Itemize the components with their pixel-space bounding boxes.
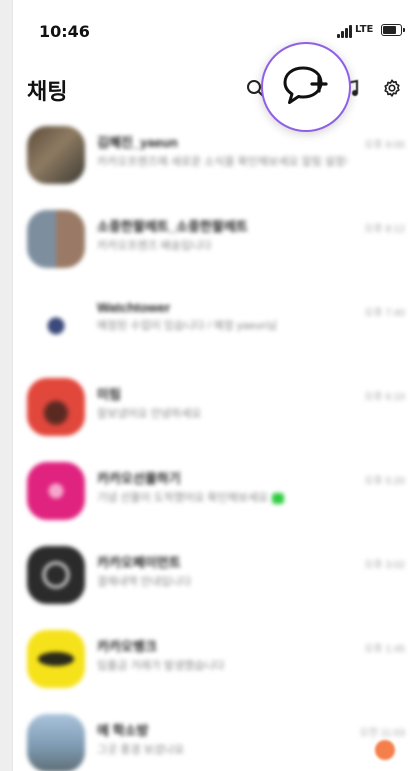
chat-time: 오후 8:12 (364, 224, 405, 235)
network-label: LTE (355, 24, 374, 35)
gear-icon[interactable] (381, 78, 403, 100)
chat-time: 오전 11:03 (359, 728, 405, 739)
status-bar: 10:46 LTE (13, 0, 416, 62)
chat-time: 오후 9:00 (364, 140, 405, 151)
chat-preview: 그곳 풍경 보셨나요 (97, 744, 185, 756)
chat-time: 오후 3:02 (364, 560, 405, 571)
chat-row[interactable]: 카카오뱅크 입출금 거래가 발생했습니다 오후 1:45 (13, 622, 416, 704)
page-title: 채팅 (27, 80, 68, 105)
new-chat-icon (283, 66, 328, 104)
chat-header: 채팅 (13, 62, 416, 116)
chat-name: 카카오페이먼트 (97, 555, 181, 570)
unread-badge (375, 740, 395, 760)
chat-preview: 결제내역 안내입니다 (97, 576, 192, 588)
avatar (27, 630, 85, 688)
battery-icon (381, 24, 405, 36)
chat-time: 오후 1:45 (364, 644, 405, 655)
new-chat-button[interactable] (261, 42, 351, 132)
phone-screen: 10:46 LTE 채팅 김혜진_yaeun 카카오프렌즈에 새로운 소식을 확… (12, 0, 416, 771)
chat-row[interactable]: 카카오페이먼트 결제내역 안내입니다 오후 3:02 (13, 538, 416, 620)
chat-row[interactable]: Watchtower 예정된 수업이 있습니다 / 예정 yaeun님 오후 7… (13, 286, 416, 368)
chat-row[interactable]: 에 학소방 그곳 풍경 보셨나요 오전 11:03 (13, 706, 416, 771)
avatar (27, 714, 85, 771)
avatar (27, 546, 85, 604)
chat-name: 카카오뱅크 (97, 639, 157, 654)
chat-preview: 예정된 수업이 있습니다 / 예정 yaeun님 (97, 320, 277, 332)
avatar (27, 210, 85, 268)
avatar (27, 378, 85, 436)
chat-preview: 기념 선물이 도착했어요 확인해보세요 (97, 491, 347, 505)
chat-preview: 카카오프렌즈 배송입니다 (97, 240, 212, 252)
avatar (27, 462, 85, 520)
chat-row[interactable]: 김혜진_yaeun 카카오프렌즈에 새로운 소식을 확인해보세요 알림 설정하고… (13, 118, 416, 200)
chat-preview: 입출금 거래가 발생했습니다 (97, 660, 225, 672)
chat-name: 카카오선물하기 (97, 471, 181, 486)
chat-name: 미림 (97, 387, 121, 402)
chat-preview: 잘보냈어요 안녕하세요 (97, 408, 202, 420)
chat-row[interactable]: 미림 잘보냈어요 안녕하세요 오후 6:10 (13, 370, 416, 452)
chat-time: 오후 7:40 (364, 308, 405, 319)
chat-name: 김혜진_yaeun (97, 135, 178, 150)
chat-preview: 카카오프렌즈에 새로운 소식을 확인해보세요 알림 설정하고 빠르게 받아보세요 (97, 156, 347, 168)
status-time: 10:46 (39, 22, 90, 41)
chat-name: 소중한팔레트_소중한팔레트 (97, 219, 248, 234)
chat-row[interactable]: 소중한팔레트_소중한팔레트 카카오프렌즈 배송입니다 오후 8:12 (13, 202, 416, 284)
signal-icon (337, 24, 355, 38)
avatar (27, 294, 85, 352)
chat-name: Watchtower (97, 300, 171, 315)
heart-emoji-icon (272, 492, 285, 504)
chat-name: 에 학소방 (97, 723, 149, 738)
chat-row[interactable]: 카카오선물하기 기념 선물이 도착했어요 확인해보세요 오후 5:20 (13, 454, 416, 536)
chat-time: 오후 5:20 (364, 476, 405, 487)
avatar (27, 126, 85, 184)
chat-time: 오후 6:10 (364, 392, 405, 403)
